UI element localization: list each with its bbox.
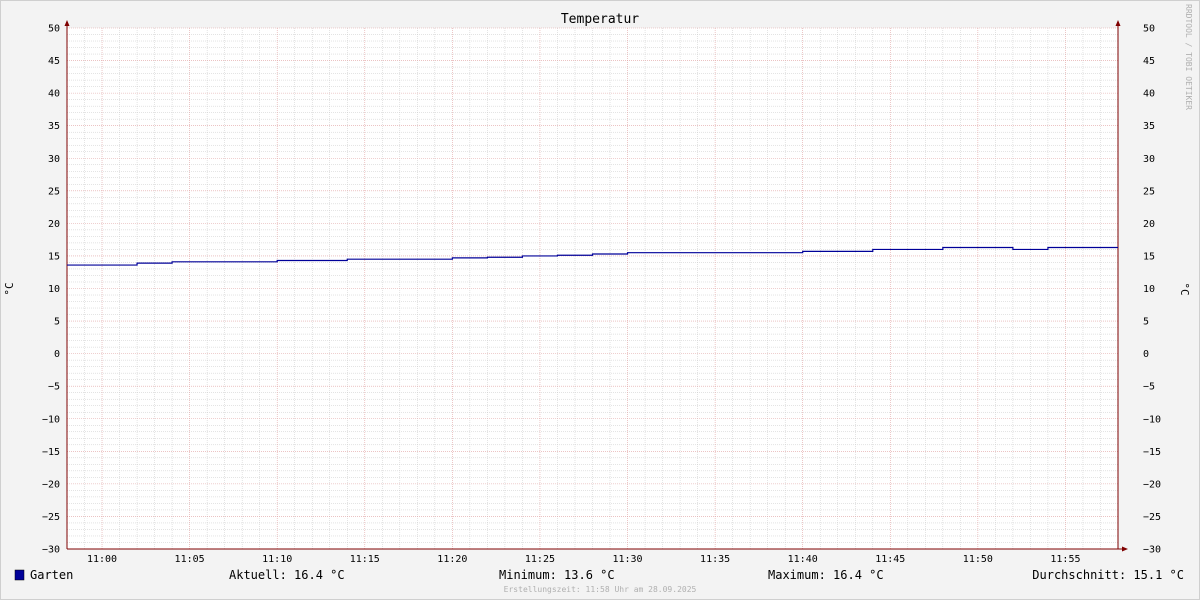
legend-series-name: Garten [30, 568, 73, 582]
y-tick-label: −5 [48, 382, 60, 393]
y-axis-label-left: °C [3, 282, 16, 295]
legend-maximum: Maximum: 16.4 °C [768, 568, 884, 582]
legend-average: Durchschnitt: 15.1 °C [1032, 568, 1184, 582]
x-tick-label: 11:00 [87, 554, 117, 565]
x-tick-label: 11:35 [700, 554, 730, 565]
x-tick-label: 11:10 [262, 554, 292, 565]
y-tick-label: 20 [48, 219, 60, 230]
y-tick-label-right: 35 [1143, 121, 1155, 132]
y-tick-label-right: 45 [1143, 56, 1155, 67]
y-tick-label: −25 [42, 512, 60, 523]
y-tick-label-right: −5 [1143, 382, 1155, 393]
y-tick-label: −15 [42, 447, 60, 458]
y-tick-label: 45 [48, 56, 60, 67]
y-tick-label-right: −30 [1143, 545, 1161, 556]
y-tick-label-right: 10 [1143, 284, 1155, 295]
temperature-chart: 50454035302520151050−5−10−15−20−25−30 50… [0, 0, 1200, 600]
y-tick-label-right: 25 [1143, 186, 1155, 197]
x-tick-label: 11:05 [175, 554, 205, 565]
y-tick-label-right: 20 [1143, 219, 1155, 230]
y-axis-label-right: °C [1178, 282, 1191, 295]
watermark: RRDTOOL / TOBI OETIKER [1184, 4, 1193, 110]
y-tick-label: 0 [54, 349, 60, 360]
y-tick-label-right: −15 [1143, 447, 1161, 458]
x-tick-label: 11:55 [1050, 554, 1080, 565]
y-tick-label: 50 [48, 24, 60, 35]
y-tick-label-right: 50 [1143, 24, 1155, 35]
x-tick-label: 11:40 [788, 554, 818, 565]
y-tick-label-right: 15 [1143, 251, 1155, 262]
y-tick-label: −30 [42, 545, 60, 556]
x-tick-label: 11:50 [963, 554, 993, 565]
y-tick-label: 30 [48, 154, 60, 165]
chart-title: Temperatur [561, 12, 639, 27]
y-tick-label-right: −20 [1143, 479, 1161, 490]
legend-swatch-garten [14, 569, 25, 581]
y-tick-label: 40 [48, 89, 60, 100]
x-tick-label: 11:25 [525, 554, 555, 565]
x-tick-label: 11:15 [350, 554, 380, 565]
grid-lines [66, 27, 1119, 550]
footer-creation-time: Erstellungszeit: 11:58 Uhr am 28.09.2025 [504, 585, 697, 594]
y-tick-label: −20 [42, 479, 60, 490]
y-tick-label: 25 [48, 186, 60, 197]
y-tick-label: 10 [48, 284, 60, 295]
y-tick-label-right: 5 [1143, 317, 1149, 328]
y-tick-label-right: 40 [1143, 89, 1155, 100]
chart-container: 50 45 40 35 30 25 20 15 10 5 0 −5 −10 −15 −20 −25 −30 50… [0, 0, 1200, 600]
y-tick-label: 5 [54, 317, 60, 328]
y-tick-label-right: 30 [1143, 154, 1155, 165]
y-tick-label-right: −10 [1143, 414, 1161, 425]
legend-minimum: Minimum: 13.6 °C [499, 568, 615, 582]
legend-current: Aktuell: 16.4 °C [229, 568, 345, 582]
y-tick-label-right: 0 [1143, 349, 1149, 360]
x-tick-label: 11:20 [437, 554, 467, 565]
x-tick-label: 11:45 [875, 554, 905, 565]
y-tick-label: 35 [48, 121, 60, 132]
y-tick-label: 15 [48, 251, 60, 262]
y-tick-label: −10 [42, 414, 60, 425]
y-tick-label-right: −25 [1143, 512, 1161, 523]
x-tick-label: 11:30 [612, 554, 642, 565]
